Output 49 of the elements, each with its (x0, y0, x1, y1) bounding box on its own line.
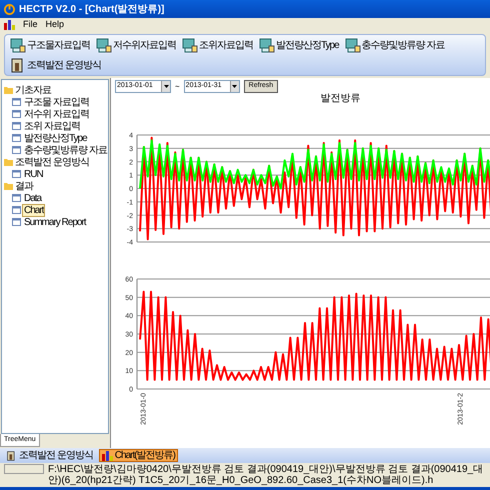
page-icon (12, 194, 21, 202)
power-icon (4, 4, 15, 14)
tree-item[interactable]: Chart (23, 204, 44, 216)
chart-title: 발전방류 (320, 93, 362, 105)
tree-item[interactable]: 발전량산정Type (23, 132, 88, 144)
toolbar-button[interactable]: 발전량산정Type (258, 35, 340, 55)
folder-icon (4, 158, 13, 166)
computer-icon (182, 38, 198, 52)
folder-icon (4, 182, 13, 190)
tree-item[interactable]: 조력발전 운영방식 (15, 156, 89, 168)
page-icon (12, 170, 21, 178)
chart-icon (4, 20, 15, 30)
caret-icon (161, 81, 170, 92)
page-icon (12, 110, 21, 118)
menu-item[interactable]: Help (46, 18, 64, 32)
tree-item[interactable]: Summary Report (23, 216, 87, 228)
tree-item[interactable]: 결과 (15, 180, 33, 192)
toolbar-button[interactable]: 충수량및방류량 자료 (344, 35, 446, 55)
tree-item[interactable]: Data (23, 192, 42, 204)
folder-icon (4, 86, 13, 94)
toolbar-button[interactable]: 조위자료입력 (181, 35, 254, 55)
toolbar-button[interactable]: 조력발전 운영방식 (9, 55, 102, 75)
page-icon (12, 146, 21, 154)
taskbar-item[interactable]: Chart(발전방류) (98, 449, 178, 462)
tree-item[interactable]: RUN (23, 168, 44, 180)
menu-item[interactable]: File (23, 18, 38, 32)
page-icon (12, 218, 21, 226)
page-icon (12, 134, 21, 142)
status-path: F:\HEC\발전량\김마량0420\무발전방류 검토 결과(090419_대안)\무발전방류 검토 결과(090419_대안)(6_20(hp21간략) T1C5_20기_16문_H0_GeO_892.60_Case3_1(수차NO블레이드).h (48, 464, 484, 486)
computer-icon (259, 38, 275, 52)
toolbar-button[interactable]: 저수위자료입력 (95, 35, 177, 55)
door-icon (6, 450, 17, 460)
page-icon (12, 206, 21, 214)
computer-icon (96, 38, 112, 52)
tree-item[interactable]: 조위 자료입력 (23, 120, 81, 132)
tree-item[interactable]: 구조물 자료입력 (23, 96, 90, 108)
page-icon (12, 98, 21, 106)
tree-item[interactable]: 충수량및방류량 자료 (23, 144, 108, 156)
tree-item[interactable]: 저수위 자료입력 (23, 108, 90, 120)
page-icon (12, 122, 21, 130)
window-title: HECTP V2.0 - [Chart(발전방류)] (19, 2, 164, 16)
range-separator: ~ (175, 80, 180, 92)
chart-icon (102, 450, 113, 460)
taskbar-item[interactable]: 조력발전 운영방식 (4, 449, 95, 462)
tree-item[interactable]: 기초자료 (15, 84, 51, 96)
computer-icon (344, 38, 361, 52)
caret-icon (230, 81, 239, 92)
toolbar-button[interactable]: 구조물자료입력 (9, 35, 91, 55)
computer-icon (10, 38, 26, 52)
